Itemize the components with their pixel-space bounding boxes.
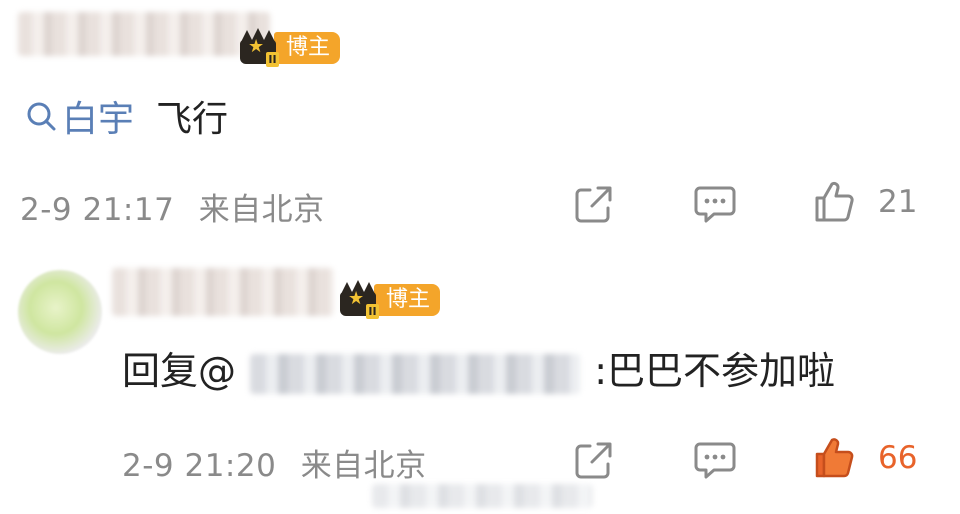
thumbs-up-icon[interactable] [812, 180, 856, 224]
comment-icon[interactable] [692, 438, 738, 482]
like-count: 21 [878, 184, 918, 220]
blogger-tag: 博主 [274, 32, 341, 64]
location: 来自北京 [198, 192, 325, 228]
share-icon[interactable] [572, 438, 616, 482]
blogger-tag: 博主 [374, 284, 441, 316]
crown-icon: ★ II [236, 28, 280, 68]
redacted-username-1[interactable] [18, 12, 270, 56]
redacted-mention[interactable] [250, 353, 581, 394]
search-topic-link[interactable]: 白宇 [62, 90, 134, 142]
badge-level: II [366, 304, 379, 319]
crown-icon: ★ II [336, 280, 380, 320]
comment-text: 飞行 [156, 99, 229, 140]
comment-icon[interactable] [692, 182, 738, 226]
comment-body-1: 白宇 飞行 [24, 92, 228, 140]
timestamp: 2-9 21:20 [122, 448, 277, 484]
redacted-watermark [372, 484, 592, 508]
reply-text: 回复@ :巴巴不参加啦 [122, 344, 835, 398]
reply-content: :巴巴不参加啦 [594, 349, 836, 393]
redacted-username-2[interactable] [112, 268, 334, 316]
blogger-badge-1: ★ II 博主 [236, 28, 341, 68]
timestamp: 2-9 21:17 [20, 192, 175, 228]
thumbs-up-icon[interactable] [812, 436, 856, 480]
avatar[interactable] [18, 270, 102, 354]
share-icon[interactable] [572, 182, 616, 226]
comment-meta-1: 2-9 21:17 来自北京 [20, 184, 325, 229]
like-count: 66 [878, 440, 918, 476]
badge-level: II [266, 52, 279, 67]
comment-meta-2: 2-9 21:20 来自北京 [122, 440, 427, 485]
blogger-badge-2: ★ II 博主 [336, 280, 441, 320]
location: 来自北京 [300, 448, 427, 484]
search-icon[interactable] [24, 99, 58, 133]
reply-prefix: 回复@ [122, 349, 237, 393]
